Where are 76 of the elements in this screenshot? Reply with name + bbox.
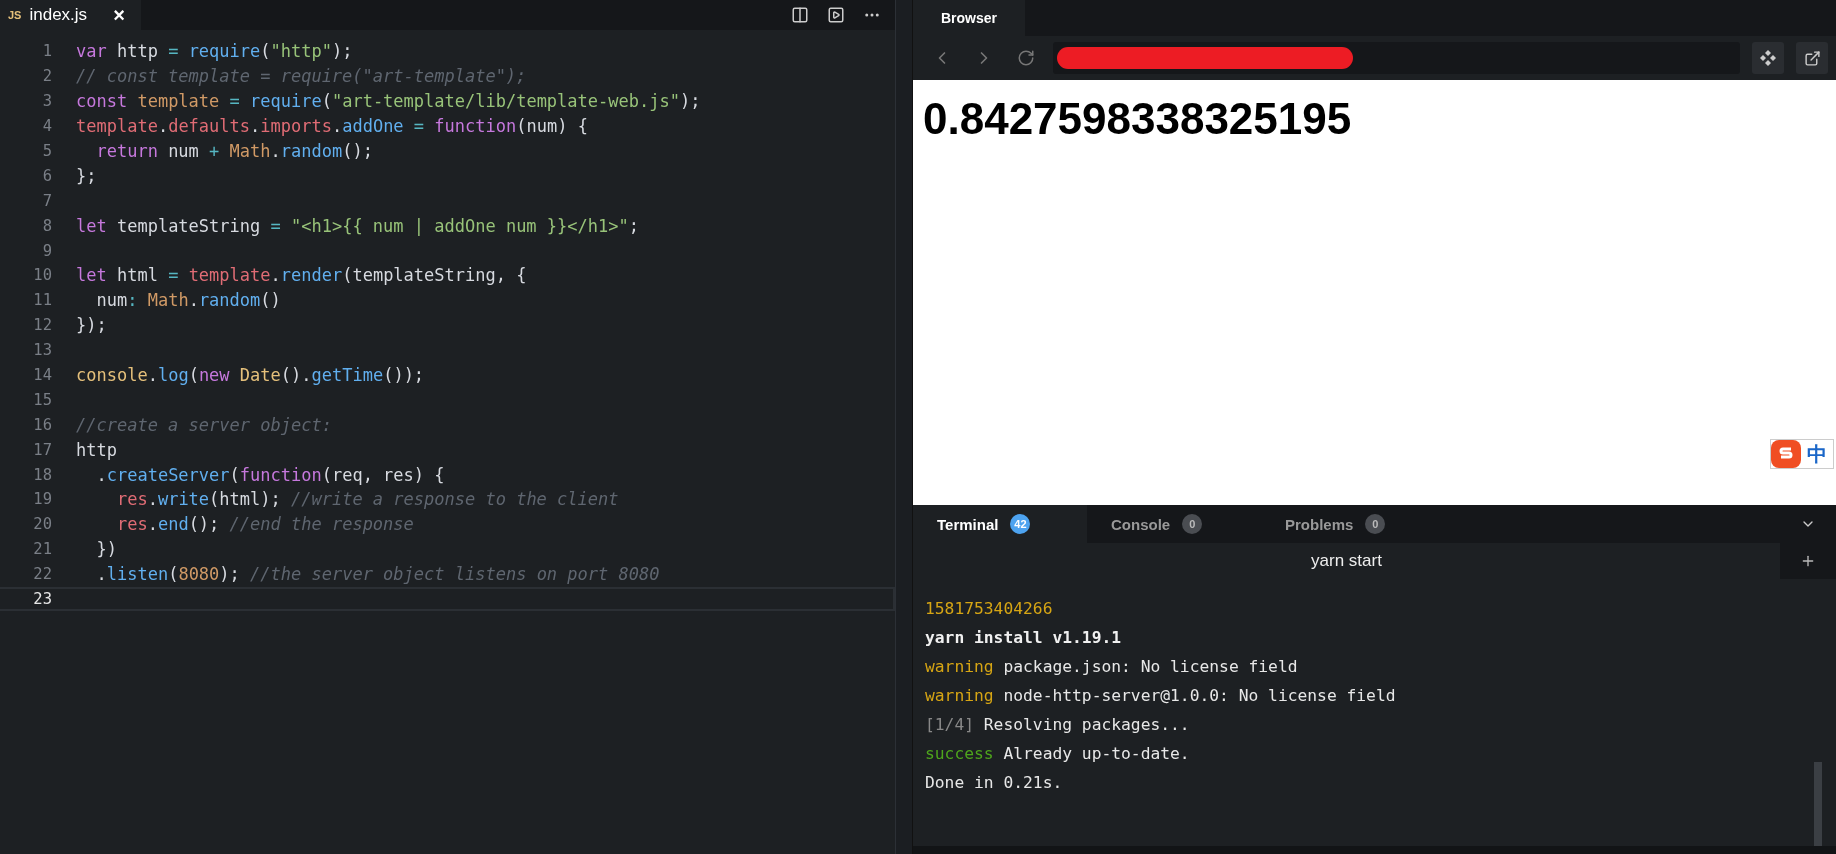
code-line: const template = require("art-template/lib/template-web.js"); [76, 91, 701, 112]
line-number: 18 [32, 465, 53, 484]
plus-icon [1800, 553, 1816, 569]
terminal-line: yarn install v1.19.1 [925, 628, 1123, 649]
code-line: let templateString = "<h1>{{ num | addOne num }}</h1>"; [76, 215, 639, 236]
line-number: 23 [32, 590, 53, 609]
line-number: 20 [32, 515, 53, 534]
line-number: 8 [41, 216, 53, 235]
code-line: res.write(html); //write a response to the client [115, 489, 619, 510]
code-line: // const template = require("art-template"); [76, 66, 527, 87]
terminal-line: [1/4] Resolving packages... [925, 715, 1191, 736]
line-number: 12 [32, 316, 53, 335]
terminal-line: Done in 0.21s. [925, 773, 1064, 794]
code-line: .listen(8080); //the server object listens on port 8080 [95, 564, 660, 585]
line-number: 2 [41, 67, 53, 86]
tab-label: Console [1111, 515, 1171, 533]
line-number: 4 [41, 117, 53, 136]
scrollbar[interactable] [1814, 762, 1822, 846]
code-line: //create a server object: [76, 414, 332, 435]
code-line: }); [76, 315, 107, 336]
address-field[interactable] [1053, 42, 1740, 74]
tab-title: index.js [29, 5, 88, 25]
line-number: 19 [32, 490, 53, 509]
code-line: return num + Math.random(); [95, 141, 373, 161]
line-number: 14 [32, 366, 53, 384]
ime-logo-icon [1771, 440, 1801, 468]
line-number: 21 [32, 540, 53, 559]
ime-indicator[interactable]: 中 [1770, 439, 1834, 469]
line-number: 9 [41, 241, 53, 260]
tab-label: Problems [1285, 515, 1354, 533]
count-badge: 0 [1365, 514, 1386, 534]
line-number: 1 [41, 42, 53, 61]
tab-label: Terminal [937, 515, 999, 533]
line-number: 16 [32, 415, 53, 434]
count-badge: 42 [1010, 514, 1031, 534]
code-line: }; [76, 165, 97, 186]
terminal-line: warning node-http-server@1.0.0: No license field [925, 686, 1397, 707]
line-number: 6 [41, 166, 53, 185]
code-line: http [76, 439, 117, 460]
code-line: template.defaults.imports.addOne = function(num) { [76, 116, 588, 137]
code-line: .createServer(function(req, res) { [95, 464, 445, 485]
line-number: 11 [32, 291, 53, 310]
line-number: 5 [41, 142, 53, 160]
line-number: 3 [41, 92, 53, 111]
page-heading: 0.8427598338325195 [923, 94, 1353, 144]
split-view-icon[interactable] [791, 6, 809, 24]
panel-tab[interactable]: Console 0 [1087, 505, 1261, 543]
preview-icon[interactable] [827, 6, 845, 24]
code-line: console.log(new Date().getTime()); [76, 365, 425, 385]
line-number: 7 [41, 191, 53, 210]
browser-tab[interactable]: Browser [913, 0, 1026, 36]
panel-tab[interactable]: Problems 0 [1261, 505, 1435, 543]
diamond-grid-icon [1760, 50, 1776, 66]
code-line: res.end(); //end the response [115, 514, 414, 535]
line-number: 17 [32, 440, 53, 459]
line-number: 22 [32, 565, 53, 584]
editor-tab[interactable]: JS index.js × [0, 0, 141, 30]
count-badge: 0 [1182, 514, 1203, 534]
terminal-line: warning package.json: No license field [925, 657, 1299, 678]
code-line: num: Math.random() [95, 290, 281, 311]
toolbar-button[interactable] [1752, 42, 1784, 74]
line-number: 10 [32, 266, 53, 285]
code-line: }) [95, 539, 117, 560]
close-icon[interactable]: × [113, 3, 125, 27]
line-number: 13 [32, 341, 53, 360]
terminal-line: 1581753404266 [925, 599, 1054, 620]
panel-tab[interactable]: Terminal 42 [913, 505, 1087, 543]
external-link-icon [1803, 49, 1821, 67]
open-external-button[interactable] [1796, 42, 1828, 74]
terminal-title: yarn start [1311, 551, 1382, 571]
reload-icon[interactable] [1017, 49, 1035, 67]
code-line: let html = template.render(templateString, { [76, 265, 527, 286]
file-type-label: JS [8, 9, 22, 21]
code-line: var http = require("http"); [76, 41, 353, 62]
terminal-line: success Already up-to-date. [925, 744, 1191, 765]
line-number: 15 [32, 390, 53, 409]
